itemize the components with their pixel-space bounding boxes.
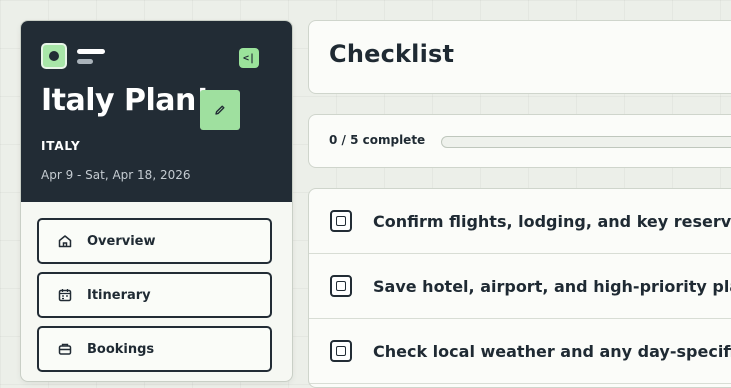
checklist-item[interactable]: Confirm flights, lodging, and key reserv… [309,189,731,254]
sidebar-item-label: Overview [87,233,156,249]
pencil-icon [215,105,225,115]
task-label: Check local weather and any day-specific [373,341,731,361]
checklist-item[interactable]: Check local weather and any day-specific [309,319,731,384]
page-header: Checklist [308,20,731,94]
collapse-sidebar-button[interactable]: <| [239,48,259,68]
trip-header: <| Italy Plan! ITALY Apr 9 - Sat, Apr 18… [21,21,292,202]
sidebar-item-bookings[interactable]: Bookings [37,326,272,372]
app-logo-icon [41,43,67,69]
sidebar: <| Italy Plan! ITALY Apr 9 - Sat, Apr 18… [20,20,293,382]
task-checkbox[interactable] [330,340,352,362]
sidebar-item-itinerary[interactable]: Itinerary [37,272,272,318]
sidebar-item-label: Itinerary [87,287,151,303]
trip-country: ITALY [41,139,81,153]
progress-bar [441,136,731,148]
app-logo-wordmark [77,49,105,64]
edit-trip-button[interactable] [200,90,240,130]
sidebar-nav: Overview Itinerary Bookings [21,202,292,372]
home-icon [58,235,72,248]
trip-title: Italy Plan! [41,83,210,118]
page-title: Checklist [329,40,455,68]
task-label: Save hotel, airport, and high-priority p… [373,276,731,296]
sidebar-item-label: Bookings [87,341,155,357]
progress-card: 0 / 5 complete [308,114,731,168]
calendar-icon [58,289,72,302]
checklist: Confirm flights, lodging, and key reserv… [308,188,731,388]
sidebar-item-overview[interactable]: Overview [37,218,272,264]
ticket-icon [58,343,72,355]
progress-label: 0 / 5 complete [329,133,426,147]
trip-dates: Apr 9 - Sat, Apr 18, 2026 [41,168,191,182]
task-checkbox[interactable] [330,210,352,232]
task-label: Confirm flights, lodging, and key reserv… [373,211,731,231]
task-checkbox[interactable] [330,275,352,297]
checklist-item[interactable]: Save hotel, airport, and high-priority p… [309,254,731,319]
